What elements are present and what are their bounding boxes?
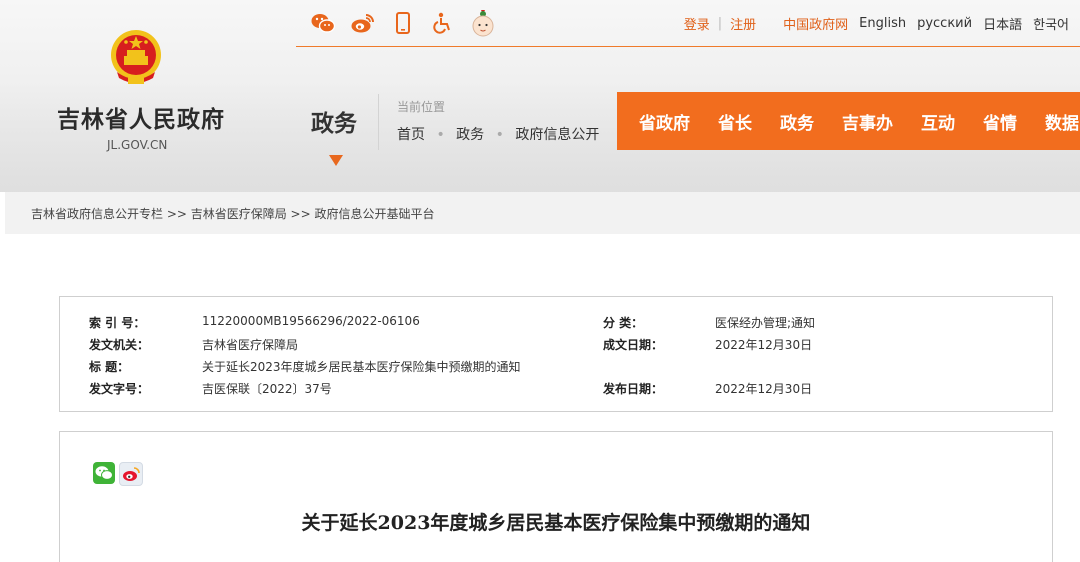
document-title: 关于延长2023年度城乡居民基本医疗保险集中预缴期的通知 <box>301 512 811 534</box>
channel-arrow-icon <box>329 155 343 166</box>
japanese-link[interactable]: 日本語 <box>983 14 1022 33</box>
channel-title[interactable]: 政务 <box>311 104 357 138</box>
publish-date-label: 发布日期： <box>603 382 664 396</box>
location-breadcrumb: 首页 • 政务 • 政府信息公开 <box>397 124 599 144</box>
nav-item-interaction[interactable]: 互动 <box>921 109 955 134</box>
issuer-label: 发文机关： <box>89 338 150 352</box>
publish-date-value: 2022年12月30日 <box>715 382 813 396</box>
wechat-icon[interactable] <box>310 10 336 36</box>
site-header: 吉林省人民政府 JL.GOV.CN 登录 | 注册 中国政府网 English … <box>0 0 1080 192</box>
russian-link[interactable]: русский <box>917 16 972 31</box>
written-date-value: 2022年12月30日 <box>715 338 813 352</box>
wechat-share-icon[interactable] <box>93 462 115 484</box>
crumb-affairs[interactable]: 政务 <box>456 124 484 144</box>
title-value: 关于延长2023年度城乡居民基本医疗保险集中预缴期的通知 <box>202 360 521 374</box>
english-link[interactable]: English <box>859 16 906 31</box>
china-gov-link[interactable]: 中国政府网 <box>783 14 848 33</box>
weibo-share-icon[interactable] <box>119 462 143 486</box>
site-name[interactable]: 吉林省人民政府 <box>57 100 225 134</box>
login-link[interactable]: 登录 <box>684 14 710 33</box>
main-nav: 省政府 省长 政务 吉事办 互动 省情 数据 <box>617 92 1080 150</box>
index-label: 索 引 号： <box>89 316 146 330</box>
crumb-dot: • <box>436 127 445 143</box>
nav-item-affairs[interactable]: 政务 <box>780 109 814 134</box>
nav-item-province-info[interactable]: 省情 <box>983 109 1017 134</box>
top-icon-group <box>310 8 496 38</box>
docno-label: 发文字号： <box>89 382 150 396</box>
section-breadcrumb[interactable]: 吉林省政府信息公开专栏 >> 吉林省医疗保障局 >> 政府信息公开基础平台 <box>31 205 434 222</box>
site-domain: JL.GOV.CN <box>107 138 168 152</box>
title-label: 标 题： <box>89 360 130 374</box>
crumb-dot: • <box>495 127 504 143</box>
index-value: 11220000MB19566296/2022-06106 <box>202 314 420 328</box>
register-link[interactable]: 注册 <box>730 14 756 33</box>
issuer-value: 吉林省医疗保障局 <box>202 338 299 352</box>
nav-item-jishiban[interactable]: 吉事办 <box>842 109 893 134</box>
category-label: 分 类： <box>603 316 644 330</box>
weibo-icon[interactable] <box>350 10 376 36</box>
nav-item-data[interactable]: 数据 <box>1045 109 1079 134</box>
location-label: 当前位置 <box>397 100 446 114</box>
written-date-label: 成文日期： <box>603 338 664 352</box>
nav-item-governor[interactable]: 省长 <box>718 109 752 134</box>
crumb-home[interactable]: 首页 <box>397 124 425 144</box>
top-utility-bar: 登录 | 注册 中国政府网 English русский 日本語 한국어 <box>296 0 1080 47</box>
nav-item-province-gov[interactable]: 省政府 <box>639 109 690 134</box>
crumb-info-public[interactable]: 政府信息公开 <box>515 124 599 144</box>
accessibility-icon[interactable] <box>430 10 456 36</box>
section-breadcrumb-bar: 吉林省政府信息公开专栏 >> 吉林省医疗保障局 >> 政府信息公开基础平台 <box>5 192 1080 234</box>
share-buttons <box>93 462 143 486</box>
mobile-icon[interactable] <box>390 10 416 36</box>
link-divider: | <box>717 16 723 31</box>
mascot-icon[interactable] <box>470 10 496 37</box>
top-links: 登录 | 注册 中国政府网 English русский 日本語 한국어 <box>684 14 1080 33</box>
document-content: 关于延长2023年度城乡居民基本医疗保险集中预缴期的通知 <box>59 431 1053 562</box>
category-value: 医保经办管理;通知 <box>715 316 816 330</box>
document-info-table: 索 引 号： 11220000MB19566296/2022-06106 分 类… <box>59 296 1053 412</box>
korean-link[interactable]: 한국어 <box>1033 14 1069 33</box>
docno-value: 吉医保联〔2022〕37号 <box>202 382 332 396</box>
national-emblem-icon[interactable] <box>107 28 165 88</box>
header-divider <box>378 94 379 150</box>
